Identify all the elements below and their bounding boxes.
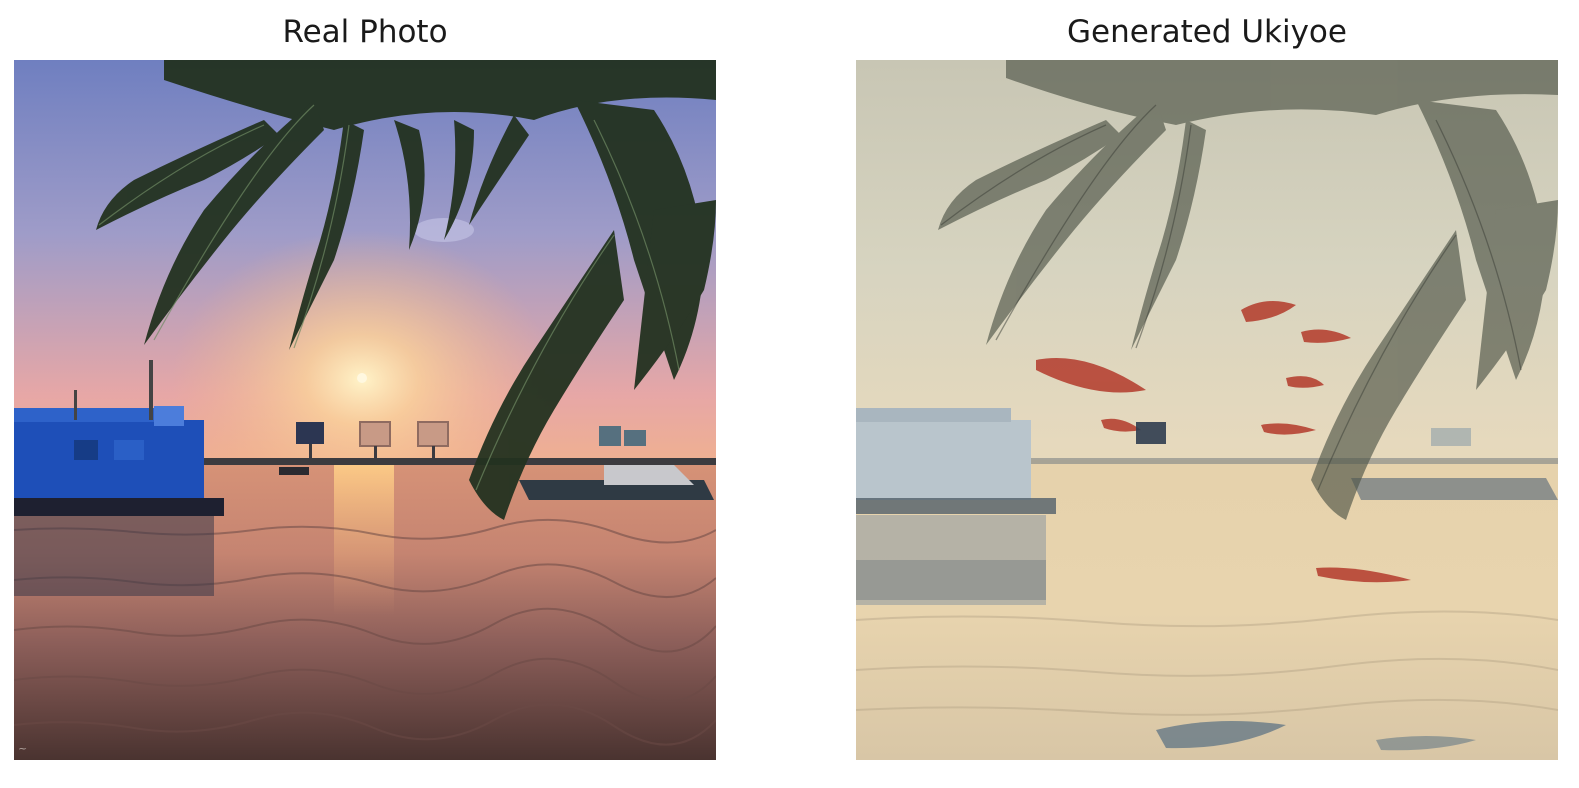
svg-text:~: ~ [18, 742, 27, 755]
generated-ukiyoe-image [856, 60, 1558, 760]
generated-ukiyoe-title: Generated Ukiyoe [1067, 14, 1347, 50]
real-photo-image: ~ [14, 60, 716, 760]
real-photo-title: Real Photo [282, 14, 448, 50]
